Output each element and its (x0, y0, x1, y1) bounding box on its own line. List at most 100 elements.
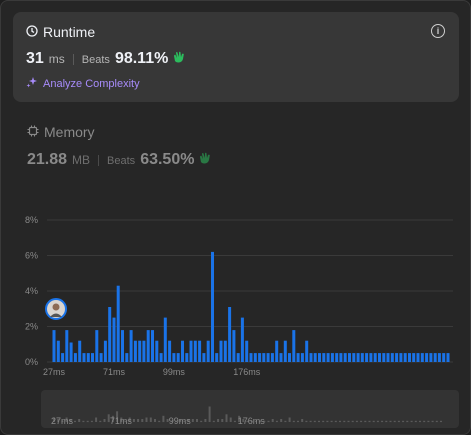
chart-bar[interactable] (348, 353, 351, 362)
chart-bar[interactable] (99, 353, 103, 362)
chart-bar[interactable] (395, 353, 399, 362)
chart-bar[interactable] (382, 353, 386, 362)
chart-bar[interactable] (181, 340, 184, 362)
chart-bar[interactable] (219, 340, 223, 362)
chart-bar[interactable] (296, 353, 300, 362)
chart-bar[interactable] (335, 353, 339, 362)
chart-bar[interactable] (155, 340, 159, 362)
chart-bar[interactable] (356, 353, 360, 362)
chart-bar[interactable] (412, 353, 416, 362)
chart-bar[interactable] (61, 353, 65, 362)
chart-bar[interactable] (249, 353, 253, 362)
chart-bar[interactable] (270, 353, 274, 362)
chart-bar[interactable] (283, 340, 287, 362)
chart-bar[interactable] (425, 353, 429, 362)
chart-bar[interactable] (275, 340, 279, 362)
chart-bar[interactable] (373, 353, 377, 362)
chart-bar[interactable] (313, 353, 317, 362)
chart-bar[interactable] (300, 353, 304, 362)
chart-bar[interactable] (116, 285, 120, 362)
chart-bar[interactable] (108, 307, 112, 362)
chart-range-minimap[interactable]: 27ms 71ms 99ms 176ms (41, 390, 459, 428)
chart-bar[interactable] (236, 353, 240, 362)
chart-bar[interactable] (266, 353, 270, 362)
chart-bar[interactable] (52, 330, 56, 362)
chart-bar[interactable] (73, 353, 77, 362)
chart-bar[interactable] (82, 353, 86, 362)
chart-bar[interactable] (326, 353, 330, 362)
chart-bar[interactable] (240, 317, 244, 362)
chart-bar[interactable] (258, 353, 262, 362)
chart-bar[interactable] (386, 353, 390, 362)
chart-bar[interactable] (288, 353, 291, 362)
chart-bar[interactable] (339, 353, 343, 362)
minimap-bar (292, 420, 295, 423)
chart-bar[interactable] (433, 353, 437, 362)
chart-bar[interactable] (343, 353, 347, 362)
chart-bar[interactable] (193, 340, 197, 362)
chart-bar[interactable] (86, 353, 90, 362)
chart-bar[interactable] (292, 330, 296, 362)
chart-bar[interactable] (206, 340, 210, 362)
chart-bar[interactable] (403, 353, 407, 362)
chart-bar[interactable] (360, 353, 364, 362)
chart-bar[interactable] (420, 353, 424, 362)
chart-bar[interactable] (429, 353, 433, 362)
chart-bar[interactable] (330, 353, 334, 362)
chart-bar[interactable] (390, 353, 394, 362)
chart-bar[interactable] (215, 353, 219, 362)
chart-bar[interactable] (211, 251, 214, 362)
chart-bar[interactable] (168, 340, 172, 362)
chart-bar[interactable] (318, 353, 321, 362)
chart-bar[interactable] (365, 353, 369, 362)
chart-bar[interactable] (279, 353, 283, 362)
chart-bar[interactable] (442, 353, 446, 362)
chart-bar[interactable] (202, 353, 206, 362)
chart-bar[interactable] (437, 353, 441, 362)
chart-bar[interactable] (369, 353, 373, 362)
chart-bar[interactable] (416, 353, 420, 362)
chart-bar[interactable] (138, 340, 142, 362)
chart-bar[interactable] (322, 353, 326, 362)
chart-bar[interactable] (185, 353, 189, 362)
chart-bar[interactable] (198, 340, 202, 362)
minimap-bar (343, 420, 346, 423)
chart-bar[interactable] (133, 340, 137, 362)
minimap-bar (225, 414, 228, 423)
chart-bar[interactable] (352, 353, 356, 362)
chart-bar[interactable] (245, 340, 249, 362)
chart-bar[interactable] (112, 317, 116, 362)
chart-bar[interactable] (95, 330, 99, 362)
chart-bar[interactable] (378, 353, 381, 362)
chart-bar[interactable] (146, 330, 150, 362)
chart-bar[interactable] (172, 353, 176, 362)
minimap-bar (414, 420, 417, 423)
chart-bar[interactable] (65, 330, 69, 362)
chart-bar[interactable] (91, 353, 94, 362)
chart-bar[interactable] (189, 340, 193, 362)
chart-bar[interactable] (56, 340, 60, 362)
chart-bar[interactable] (228, 307, 232, 362)
chart-bar[interactable] (309, 353, 313, 362)
chart-bar[interactable] (125, 353, 129, 362)
chart-bar[interactable] (151, 330, 154, 362)
chart-bar[interactable] (159, 353, 163, 362)
chart-bar[interactable] (262, 353, 266, 362)
chart-bar[interactable] (253, 353, 257, 362)
chart-bar[interactable] (129, 330, 133, 362)
chart-bar[interactable] (103, 340, 107, 362)
chart-bar[interactable] (121, 330, 124, 362)
chart-bar[interactable] (399, 353, 403, 362)
chart-bar[interactable] (408, 353, 411, 362)
chart-bar[interactable] (446, 353, 450, 362)
chart-bar[interactable] (176, 353, 180, 362)
chart-bar[interactable] (223, 340, 227, 362)
chart-bar[interactable] (305, 340, 309, 362)
chart-bar[interactable] (78, 340, 82, 362)
chart-bar[interactable] (69, 342, 73, 363)
chart-bar[interactable] (163, 317, 167, 362)
minimap-bar (376, 420, 379, 423)
chart-bar[interactable] (232, 330, 236, 362)
chart-bar[interactable] (142, 340, 146, 362)
minimap-bar (267, 420, 270, 423)
